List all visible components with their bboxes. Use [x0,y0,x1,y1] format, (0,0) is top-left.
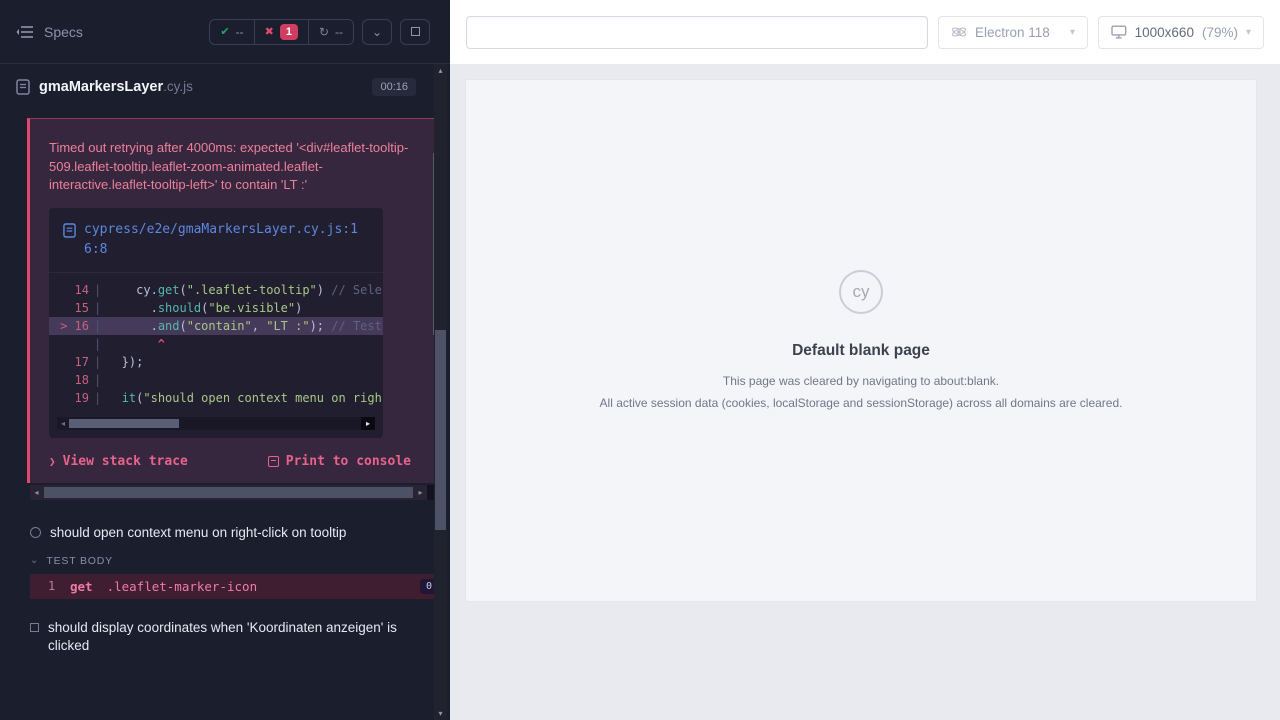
scroll-thumb[interactable] [69,419,179,428]
code-line: 17| }); [49,353,383,371]
test-stats: ✔ -- ✖ 1 ↻ -- [209,19,354,45]
code-line: 15| .should("be.visible") [49,299,383,317]
chevron-right-icon: ❯ [49,455,56,468]
aut-iframe: cy Default blank page This page was clea… [466,80,1256,601]
spec-extension: .cy.js [163,79,193,94]
pending-count: -- [335,25,343,39]
error-panel: Timed out retrying after 4000ms: expecte… [27,118,447,483]
passed-count: -- [236,25,244,39]
x-icon: ✖ [265,25,274,38]
failed-count: 1 [280,24,298,40]
scroll-right-icon[interactable]: ▸ [414,488,427,497]
reporter-sidebar: Specs ✔ -- ✖ 1 ↻ -- ⌄ [0,0,450,720]
code-line: 18| [49,371,383,389]
view-stack-trace-label: View stack trace [63,454,188,469]
error-footer: ❯ View stack trace Print to console [49,454,411,469]
chevron-down-icon: ⌄ [372,25,382,39]
print-to-console-button[interactable]: Print to console [268,454,411,469]
specs-menu-icon [16,25,34,39]
view-stack-trace-link[interactable]: ❯ View stack trace [49,454,188,469]
test-list: should open context menu on right-click … [0,518,450,661]
error-horizontal-scrollbar[interactable]: ◂ ▸ [30,485,447,500]
specs-toggle-button[interactable]: Specs [16,24,83,40]
stat-passed[interactable]: ✔ -- [210,20,253,44]
spec-duration-badge: 00:16 [372,78,416,96]
blank-page-line2: All active session data (cookies, localS… [600,395,1123,412]
test-body-toggle[interactable]: ⌄ TEST BODY [0,548,450,572]
browser-label: Electron 118 [975,25,1050,40]
aut-header: Electron 118 ▾ 1000x660 (79%) ▾ [450,0,1280,64]
test-body-label: TEST BODY [46,555,113,567]
scroll-left-icon[interactable]: ◂ [57,419,69,428]
code-lines: 14| cy.get(".leaflet-tooltip") // Sele 1… [49,273,383,409]
code-frame: cypress/e2e/gmaMarkersLayer.cy.js:16:8 1… [49,208,383,438]
code-line: 14| cy.get(".leaflet-tooltip") // Sele [49,281,383,299]
test-title: should open context menu on right-click … [50,524,346,542]
error-file-link[interactable]: cypress/e2e/gmaMarkersLayer.cy.js:16:8 [84,220,369,260]
check-icon: ✔ [220,25,229,38]
aut-panel: Electron 118 ▾ 1000x660 (79%) ▾ cy Defau… [450,0,1280,720]
url-input[interactable] [466,16,928,49]
cypress-logo-text: cy [853,282,870,302]
spec-header[interactable]: gmaMarkersLayer.cy.js 00:16 [0,64,450,110]
file-icon [63,223,76,238]
code-line: > 16| .and("contain", "LT :"); // Test [49,317,383,335]
arrow-left-glyph [17,29,20,35]
cypress-logo: cy [839,270,883,314]
electron-icon [951,24,967,40]
scroll-down-icon[interactable]: ▾ [434,707,447,720]
scroll-thumb[interactable] [435,330,446,530]
scroll-left-icon[interactable]: ◂ [30,488,43,497]
restart-icon: ↻ [319,25,329,39]
test-row[interactable]: should display coordinates when 'Koordin… [0,613,450,661]
sidebar-scrollbar[interactable]: ▴ ▾ [434,64,447,720]
viewport-size: 1000x660 [1135,25,1194,40]
stop-button[interactable] [400,19,430,45]
test-running-icon [30,527,41,538]
test-pending-icon [30,623,39,632]
chevron-down-icon: ⌄ [30,555,38,566]
test-title: should display coordinates when 'Koordin… [48,619,408,655]
viewport-selector[interactable]: 1000x660 (79%) ▾ [1098,16,1264,49]
error-message: Timed out retrying after 4000ms: expecte… [49,139,411,195]
spec-name: gmaMarkersLayer [39,79,163,95]
command-number: 1 [48,579,70,593]
blank-page-line1: This page was cleared by navigating to a… [723,373,999,390]
code-line: 19| it("should open context menu on righ [49,389,383,407]
spec-file-icon [16,79,30,95]
browser-selector[interactable]: Electron 118 ▾ [938,16,1088,49]
stat-pending[interactable]: ↻ -- [308,20,353,44]
command-target: .leaflet-marker-icon [107,579,258,594]
scroll-right-icon[interactable]: ▸ [361,417,375,430]
print-icon [268,456,279,467]
failed-command-row[interactable]: 1 get .leaflet-marker-icon 0 [30,574,447,599]
chevron-down-icon: ▾ [1070,27,1075,38]
code-frame-header: cypress/e2e/gmaMarkersLayer.cy.js:16:8 [49,208,383,273]
scroll-up-icon[interactable]: ▴ [434,64,447,77]
reporter-header: Specs ✔ -- ✖ 1 ↻ -- ⌄ [0,0,450,64]
viewport-scale: (79%) [1202,25,1238,40]
stat-failed[interactable]: ✖ 1 [254,20,308,44]
print-to-console-label: Print to console [286,454,411,469]
test-row[interactable]: should open context menu on right-click … [0,518,450,548]
scroll-thumb[interactable] [44,487,413,498]
command-method: get [70,579,93,594]
stop-icon [411,27,420,36]
specs-label: Specs [44,24,83,40]
blank-page-title: Default blank page [792,342,930,360]
code-line: | ^ [49,335,383,353]
chevron-down-icon: ▾ [1246,27,1251,38]
aut-viewport-area: cy Default blank page This page was clea… [450,64,1280,720]
collapse-all-button[interactable]: ⌄ [362,19,392,45]
monitor-icon [1111,25,1127,39]
code-horizontal-scrollbar[interactable]: ◂ ▸ [57,417,375,430]
